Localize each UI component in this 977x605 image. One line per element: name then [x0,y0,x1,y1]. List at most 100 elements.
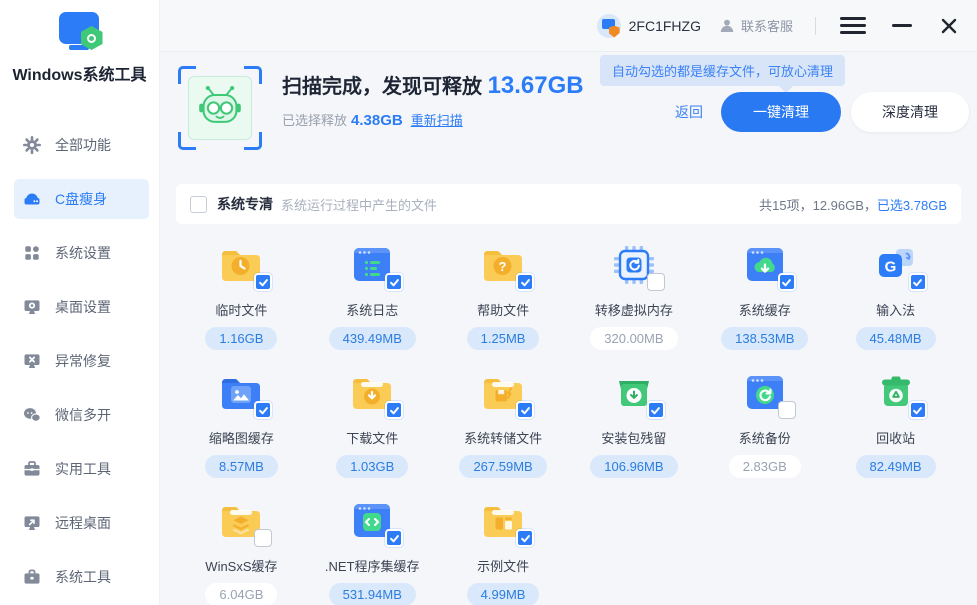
drive-icon [23,190,41,208]
cleaner-item[interactable]: 系统日志 439.49MB [307,243,438,350]
sidebar-item-system-settings[interactable]: 系统设置 [14,233,149,273]
scan-selected-line: 已选择释放4.38GB重新扫描 [282,110,584,129]
cleaner-item-label: .NET程序集缓存 [325,556,420,575]
device-shield-icon [597,14,621,38]
section-summary: 共15项，12.96GB，已选3.78GB [759,195,947,214]
back-link[interactable]: 返回 [675,102,703,122]
scan-summary: 扫描完成，发现可释放 13.67GB 已选择释放4.38GB重新扫描 [282,70,584,129]
app-window: Windows系统工具 全部功能 C盘瘦身 系统设置 桌面设置 异常修复 微信多… [0,0,977,605]
user-id-chip[interactable]: 2FC1FHZG [597,14,701,38]
item-checkbox[interactable] [778,401,796,419]
item-checkbox[interactable] [254,529,272,547]
titlebar: 2FC1FHZG 联系客服 [160,0,977,52]
releasable-size: 13.67GB [488,72,584,99]
main-panel: 2FC1FHZG 联系客服 [160,0,977,605]
app-logo [0,10,159,52]
gear-icon [23,136,41,154]
item-checkbox[interactable] [647,401,665,419]
cleaner-item-label: 系统转储文件 [464,428,542,447]
cleaner-item-size-badge: 531.94MB [329,583,416,605]
sidebar-item-label: 远程桌面 [55,513,111,533]
cleaner-item-size-badge: 439.49MB [329,327,416,350]
item-checkbox[interactable] [516,529,534,547]
cleaner-item-size-badge: 1.16GB [205,327,277,350]
scan-robot-icon [178,66,262,150]
cleaner-item[interactable]: WinSxS缓存 6.04GB [176,499,307,605]
cleaner-item-size-badge: 8.57MB [205,455,278,478]
user-id-code: 2FC1FHZG [629,18,701,34]
sidebar-item-label: 系统工具 [55,567,111,587]
cleaner-item[interactable]: ? 帮助文件 1.25MB [438,243,569,350]
item-checkbox[interactable] [254,273,272,291]
cleaner-item-label: 帮助文件 [477,300,529,319]
sidebar-item-remote-desktop[interactable]: 远程桌面 [14,503,149,543]
cleaner-grid: 临时文件 1.16GB 系统日志 439.49MB ? 帮助文件 1.25MB [160,224,977,605]
contact-support-button[interactable]: 联系客服 [719,16,793,35]
sidebar-item-label: 异常修复 [55,351,111,371]
cleaner-item-label: 系统备份 [739,428,791,447]
close-button[interactable] [940,17,958,35]
cleaner-item[interactable]: 回收站 82.49MB [830,371,961,478]
cleaner-item[interactable]: 示例文件 4.99MB [438,499,569,605]
cleaner-item[interactable]: 临时文件 1.16GB [176,243,307,350]
titlebar-divider [815,17,816,35]
cleaner-item[interactable]: 缩略图缓存 8.57MB [176,371,307,478]
cleaner-item[interactable]: G 输入法 45.48MB [830,243,961,350]
cleaner-item-size-badge: 82.49MB [856,455,936,478]
monitor-arrow-icon [23,514,41,532]
cleaner-item[interactable]: 系统缓存 138.53MB [699,243,830,350]
toolbox-icon [23,460,41,478]
item-checkbox[interactable] [254,401,272,419]
minimize-button[interactable] [892,24,912,27]
sidebar-item-wechat-multi[interactable]: 微信多开 [14,395,149,435]
sidebar-item-system-tools[interactable]: 系统工具 [14,557,149,597]
item-checkbox[interactable] [647,273,665,291]
sidebar-item-c-drive-slim[interactable]: C盘瘦身 [14,179,149,219]
cleaner-item[interactable]: 系统转储文件 267.59MB [438,371,569,478]
cleaner-item-label: 下载文件 [346,428,398,447]
cleaner-item-label: 临时文件 [215,300,267,319]
cleaner-item-size-badge: 6.04GB [205,583,277,605]
cleaner-item-label: 示例文件 [477,556,529,575]
svg-text:G: G [884,259,896,276]
person-icon [719,18,735,34]
contact-support-label: 联系客服 [741,16,793,35]
header-actions: 返回 一键清理 深度清理 [675,92,969,132]
select-all-checkbox[interactable] [190,196,207,213]
monitor-x-icon [23,352,41,370]
rescan-link[interactable]: 重新扫描 [411,113,463,128]
cleaner-item[interactable]: .NET程序集缓存 531.94MB [307,499,438,605]
item-checkbox[interactable] [516,401,534,419]
cleaner-item[interactable]: 安装包残留 106.96MB [568,371,699,478]
item-checkbox[interactable] [778,273,796,291]
app-title: Windows系统工具 [0,61,159,85]
menu-button[interactable] [840,17,866,34]
cleaner-item-size-badge: 106.96MB [590,455,677,478]
scan-result-title: 扫描完成，发现可释放 13.67GB [282,70,584,100]
sidebar-item-all-features[interactable]: 全部功能 [14,125,149,165]
svg-text:?: ? [499,259,507,274]
cleaner-item-label: 安装包残留 [601,428,666,447]
section-title: 系统专清 [217,194,273,214]
deep-clean-button[interactable]: 深度清理 [851,92,969,132]
item-checkbox[interactable] [516,273,534,291]
cleaner-item[interactable]: 下载文件 1.03GB [307,371,438,478]
selected-size: 4.38GB [351,112,403,129]
sidebar-item-error-repair[interactable]: 异常修复 [14,341,149,381]
cleaner-item[interactable]: 转移虚拟内存 320.00MB [568,243,699,350]
item-checkbox[interactable] [385,401,403,419]
item-checkbox[interactable] [385,273,403,291]
sidebar-item-label: 桌面设置 [55,297,111,317]
sidebar-item-desktop-settings[interactable]: 桌面设置 [14,287,149,327]
cleaner-item-size-badge: 320.00MB [590,327,677,350]
cleaner-item-label: 转移虚拟内存 [595,300,673,319]
item-checkbox[interactable] [909,273,927,291]
sidebar-item-label: 实用工具 [55,459,111,479]
close-icon [940,17,958,35]
sidebar: Windows系统工具 全部功能 C盘瘦身 系统设置 桌面设置 异常修复 微信多… [0,0,160,605]
cleaner-item[interactable]: 系统备份 2.83GB [699,371,830,478]
item-checkbox[interactable] [385,529,403,547]
one-click-clean-button[interactable]: 一键清理 [721,92,841,132]
sidebar-item-utilities[interactable]: 实用工具 [14,449,149,489]
item-checkbox[interactable] [909,401,927,419]
